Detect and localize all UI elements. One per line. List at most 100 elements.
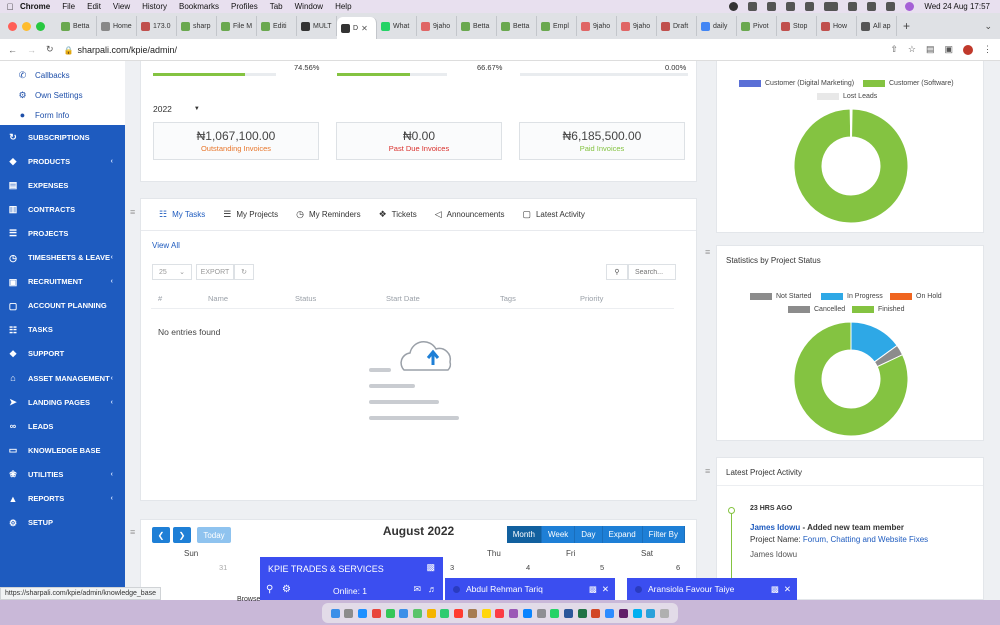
tab-announcements[interactable]: ◁ Announcements (435, 209, 505, 220)
drag-handle-icon[interactable]: ≡ (130, 207, 135, 217)
sidebar-sub-callbacks[interactable]: ✆ Callbacks (18, 68, 70, 82)
sidebar-item-products[interactable]: ◆ PRODUCTS ‹ (0, 149, 125, 173)
column-header[interactable]: Status (295, 294, 386, 303)
extensions-icon[interactable]: ▤ (926, 44, 935, 55)
close-icon[interactable]: ✕ (602, 584, 609, 595)
tab-latest-activity[interactable]: ▢ Latest Activity (522, 209, 584, 220)
tab-my-reminders[interactable]: ◷ My Reminders (296, 209, 360, 220)
tab-my-projects[interactable]: ☰ My Projects (223, 209, 278, 220)
column-header[interactable]: Priority (580, 294, 603, 303)
appstore-icon[interactable] (522, 608, 532, 618)
browser-tab[interactable]: 9jaho (417, 16, 457, 36)
browser-tab[interactable]: daily (697, 16, 737, 36)
menu-tab[interactable]: Tab (270, 2, 283, 11)
browser-tab[interactable]: What (377, 16, 417, 36)
sidebar-item-asset-management[interactable]: ⌂ ASSET MANAGEMENT ‹ (0, 366, 125, 390)
calendar-view-week-button[interactable]: Week (541, 526, 576, 543)
day-number[interactable]: 4 (526, 563, 530, 572)
notes-icon[interactable] (481, 608, 491, 618)
drag-handle-icon[interactable]: ≡ (705, 247, 710, 257)
drag-handle-icon[interactable]: ≡ (705, 466, 710, 476)
menu-view[interactable]: View (113, 2, 130, 11)
sidebar-item-contracts[interactable]: ▥ CONTRACTS (0, 197, 125, 221)
speaker-icon[interactable]: ♬ (428, 584, 437, 594)
battery-icon[interactable] (824, 2, 839, 11)
paid-invoices-box[interactable]: ₦6,185,500.00 Paid Invoices (519, 122, 685, 160)
sidebar-item-setup[interactable]: ⚙ SETUP (0, 511, 125, 535)
wifi-icon[interactable] (848, 2, 858, 11)
legend-item[interactable]: Lost Leads (817, 93, 877, 100)
page-size-select[interactable]: 25 ⌄ (152, 264, 192, 280)
project-link[interactable]: Forum, Chatting and Website Fixes (803, 535, 928, 544)
sidebar-item-projects[interactable]: ☰ PROJECTS (0, 221, 125, 245)
sidebar-sub-own-settings[interactable]: ⚙ Own Settings (18, 88, 82, 102)
slack-icon[interactable] (618, 608, 628, 618)
bluetooth-icon[interactable] (805, 2, 815, 11)
settings-icon[interactable] (536, 608, 546, 618)
powerpoint-icon[interactable] (591, 608, 601, 618)
gear-icon[interactable]: ⚙ (282, 584, 291, 595)
sidebar-item-support[interactable]: ❖ SUPPORT (0, 342, 125, 366)
day-number[interactable]: 31 (219, 563, 227, 572)
search-input[interactable] (628, 264, 676, 280)
cloud-icon[interactable] (786, 2, 796, 11)
chat-window[interactable]: Aransiola Favour Taiye ▩ ✕ (627, 578, 797, 600)
headphones-icon[interactable] (767, 2, 777, 11)
leads-donut-slice-2[interactable] (849, 108, 852, 138)
contacts-icon[interactable] (467, 608, 477, 618)
word-icon[interactable] (563, 608, 573, 618)
column-header[interactable]: # (151, 294, 208, 303)
browser-tab[interactable]: Empl (537, 16, 577, 36)
day-number[interactable]: 3 (450, 563, 454, 572)
sidebar-item-leads[interactable]: ∞ LEADS (0, 414, 125, 438)
back-arrow-icon[interactable]: ← (8, 45, 17, 55)
reload-icon[interactable]: ↻ (46, 44, 54, 55)
menu-app[interactable]: Chrome (20, 2, 50, 11)
video-icon[interactable]: ▩ (426, 562, 435, 573)
column-header[interactable]: Tags (500, 294, 580, 303)
sidebar-item-expenses[interactable]: ▤ EXPENSES (0, 173, 125, 197)
calendar-view-day-button[interactable]: Day (575, 526, 603, 543)
browser-tab[interactable]: How (817, 16, 857, 36)
trash-icon[interactable] (659, 608, 669, 618)
past-due-invoices-box[interactable]: ₦0.00 Past Due Invoices (336, 122, 502, 160)
view-all-link[interactable]: View All (152, 241, 180, 250)
bookmark-star-icon[interactable]: ☆ (908, 44, 916, 55)
sidebar-item-utilities[interactable]: ❀ UTILITIES ‹ (0, 462, 125, 486)
browser-tab[interactable]: 9jaho (577, 16, 617, 36)
tab-my-tasks[interactable]: ☷ My Tasks (159, 209, 205, 220)
excel-icon[interactable] (577, 608, 587, 618)
zoom-icon[interactable] (605, 608, 615, 618)
telegram-icon[interactable] (646, 608, 656, 618)
chat-window[interactable]: Abdul Rehman Tariq ▩ ✕ (445, 578, 615, 600)
reload-table-button[interactable]: ↻ (234, 264, 254, 280)
legend-item[interactable]: Customer (Software) (863, 80, 954, 87)
forward-arrow-icon[interactable]: → (27, 45, 36, 55)
safari-icon[interactable] (358, 608, 368, 618)
sidebar-item-landing-pages[interactable]: ➤ LANDING PAGES ‹ (0, 390, 125, 414)
browser-menu-icon[interactable]: ⋮ (983, 44, 992, 55)
browser-tab[interactable]: D ✕ (337, 17, 377, 39)
legend-item[interactable]: In Progress (821, 293, 883, 300)
legend-item[interactable]: On Hold (890, 293, 942, 300)
browser-tab[interactable]: Pivot (737, 16, 777, 36)
pen-icon[interactable] (748, 2, 758, 11)
whatsapp-icon[interactable] (550, 608, 560, 618)
sidebar-item-subscriptions[interactable]: ↻ SUBSCRIPTIONS (0, 125, 125, 149)
podcasts-icon[interactable] (509, 608, 519, 618)
browser-tab[interactable]: Home (97, 16, 137, 36)
close-window-button[interactable] (8, 21, 17, 31)
calendar-view-month-button[interactable]: Month (506, 526, 542, 543)
sidebar-item-reports[interactable]: ▲ REPORTS ‹ (0, 487, 125, 511)
siri-icon[interactable] (905, 2, 915, 11)
browser-tab[interactable]: Stop (777, 16, 817, 36)
record-icon[interactable] (729, 2, 739, 11)
outstanding-invoices-box[interactable]: ₦1,067,100.00 Outstanding Invoices (153, 122, 319, 160)
day-number[interactable]: 6 (676, 563, 680, 572)
messages-icon[interactable] (385, 608, 395, 618)
legend-item[interactable]: Not Started (750, 293, 811, 300)
close-tab-icon[interactable]: ✕ (361, 24, 368, 33)
photos-icon[interactable] (426, 608, 436, 618)
sidebar-item-timesheets-leave[interactable]: ◷ TIMESHEETS & LEAVE ‹ (0, 246, 125, 270)
minimize-window-button[interactable] (22, 21, 31, 31)
